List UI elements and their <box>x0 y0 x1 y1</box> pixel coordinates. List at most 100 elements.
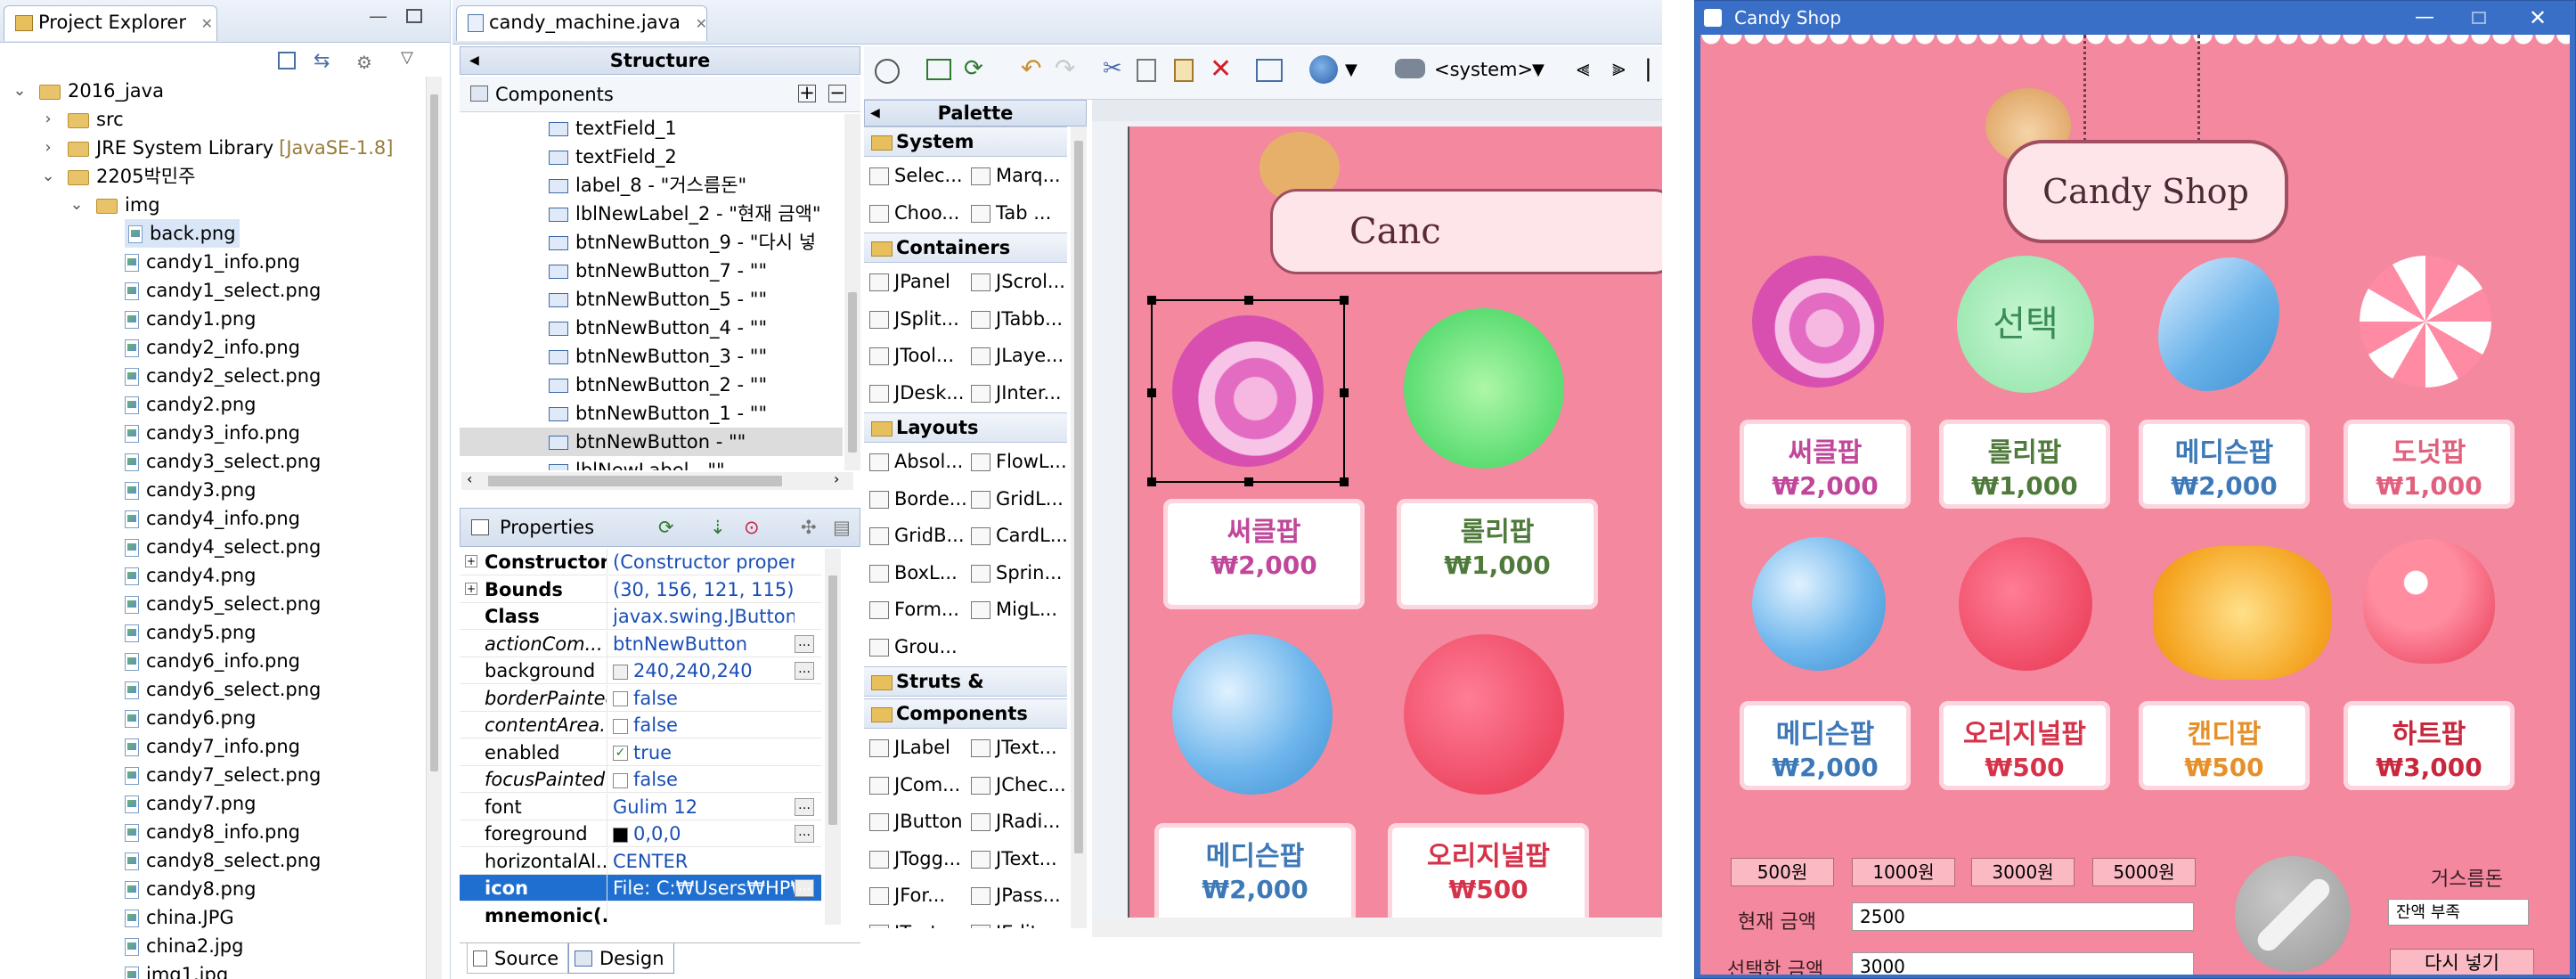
components-vscroll-thumb[interactable] <box>848 292 857 453</box>
component-item[interactable]: lblNewLabel - "" <box>460 456 843 470</box>
tree-item[interactable]: candy3.png <box>0 476 428 504</box>
palette-item[interactable]: BoxL... <box>864 556 966 590</box>
tree-item[interactable]: candy4_info.png <box>0 504 428 533</box>
tree-item[interactable]: candy2.png <box>0 390 428 419</box>
collapse-left-icon[interactable]: ◀ <box>870 101 880 126</box>
palette-category[interactable]: Containers <box>864 233 1067 263</box>
look-and-feel-icon[interactable] <box>1395 59 1425 78</box>
filter-icon[interactable]: ⚙ <box>356 52 372 73</box>
palette-item[interactable]: MigL... <box>966 592 1067 626</box>
delete-icon[interactable]: ✕ <box>1210 53 1232 85</box>
property-row[interactable]: mnemonic(... <box>460 901 821 925</box>
palette-item[interactable]: JPass... <box>966 878 1067 912</box>
palette-category[interactable]: System <box>864 126 1067 157</box>
candy-lolli-pop[interactable] <box>1404 308 1564 469</box>
tree-item[interactable]: ⌄ img <box>0 191 428 219</box>
candy-button-6[interactable] <box>1959 537 2092 671</box>
chevron-down-icon[interactable]: ⌄ <box>41 162 55 191</box>
property-value[interactable]: 240,240,240 <box>613 657 795 684</box>
change-field[interactable]: 잔액 부족 <box>2388 899 2529 926</box>
tree-item[interactable]: candy6_select.png <box>0 675 428 704</box>
palette-item[interactable]: JText... <box>864 916 966 928</box>
tab-source[interactable]: Source <box>467 943 569 974</box>
chevron-down-icon[interactable]: ⌄ <box>69 191 84 219</box>
tree-item[interactable]: candy3_select.png <box>0 447 428 476</box>
coin-1000-button[interactable]: 1000원 <box>1852 858 1955 886</box>
tree-item[interactable]: candy8_select.png <box>0 846 428 875</box>
ellipsis-button[interactable]: … <box>795 825 814 843</box>
palette-item[interactable]: Grou... <box>864 630 966 664</box>
locale-icon[interactable] <box>1309 55 1338 84</box>
ellipsis-button[interactable]: … <box>795 797 814 816</box>
palette-item[interactable]: JCom... <box>864 768 966 802</box>
selection-handle[interactable] <box>1340 388 1349 397</box>
system-dropdown[interactable]: <system> <box>1434 59 1533 80</box>
selection-handle[interactable] <box>1244 477 1253 486</box>
tree-item[interactable]: ⌄ 2016_java <box>0 77 428 105</box>
property-value[interactable]: Gulim 12 <box>613 794 795 820</box>
tree-item[interactable]: candy6.png <box>0 704 428 732</box>
palette-item[interactable]: Sprin... <box>966 556 1067 590</box>
palette-vscroll-thumb[interactable] <box>1074 141 1083 853</box>
palette-item[interactable]: GridB... <box>864 518 966 552</box>
explorer-scroll-thumb[interactable] <box>430 94 438 771</box>
palette-item[interactable]: JText... <box>966 730 1067 764</box>
canvas-hscroll[interactable] <box>1092 918 1662 937</box>
selection-handle[interactable] <box>1147 296 1156 305</box>
candy-medicine-pop[interactable] <box>1172 634 1333 795</box>
palette-item[interactable]: Borde... <box>864 482 966 516</box>
selection-handle[interactable] <box>1147 388 1156 397</box>
close-icon[interactable]: ✕ <box>201 15 213 32</box>
cut-icon[interactable]: ✂ <box>1103 55 1122 82</box>
palette-item[interactable]: CardL... <box>966 518 1067 552</box>
selection-handle[interactable] <box>1147 477 1156 486</box>
palette-item[interactable]: JChec... <box>966 768 1067 802</box>
property-value[interactable]: btnNewButton <box>613 631 795 657</box>
copy-icon[interactable] <box>1137 59 1156 82</box>
tree-item[interactable]: candy4_select.png <box>0 533 428 561</box>
property-row[interactable]: background 240,240,240… <box>460 657 821 684</box>
tree-item[interactable]: candy7.png <box>0 789 428 818</box>
tree-item[interactable]: candy1_select.png <box>0 276 428 305</box>
close-button[interactable]: ✕ <box>2529 1 2547 35</box>
palette-item[interactable]: JFor... <box>864 878 966 912</box>
restore-default-icon[interactable]: ▤ <box>833 509 851 546</box>
redo-icon[interactable]: ↷ <box>1055 53 1075 83</box>
property-row[interactable]: font Gulim 12… <box>460 793 821 820</box>
component-item[interactable]: textField_2 <box>460 143 843 171</box>
chevron-right-icon[interactable]: › <box>41 105 55 134</box>
properties-vscroll[interactable] <box>825 549 841 925</box>
tree-item[interactable]: china2.jpg <box>0 932 428 960</box>
tree-item[interactable]: candy8.png <box>0 875 428 903</box>
tree-item[interactable]: ⌄ 2205박민주 <box>0 162 428 191</box>
tree-item[interactable]: candy2_select.png <box>0 362 428 390</box>
palette-item[interactable]: GridL... <box>966 482 1067 516</box>
components-hscroll[interactable]: ‹ › <box>461 470 853 490</box>
palette-item[interactable]: JLabel <box>864 730 966 764</box>
expand-all-icon[interactable]: + <box>798 84 816 102</box>
tree-item[interactable]: candy1_info.png <box>0 248 428 276</box>
component-item[interactable]: btnNewButton_4 - "" <box>460 314 843 342</box>
palette-item[interactable]: JTool... <box>864 339 966 372</box>
tree-item[interactable]: candy5.png <box>0 618 428 647</box>
property-value[interactable]: false <box>613 766 795 793</box>
property-value[interactable]: false <box>613 685 795 712</box>
show-advanced-icon[interactable]: ⊙ <box>744 509 760 546</box>
selection-handle[interactable] <box>1244 296 1253 305</box>
palette-item[interactable]: Form... <box>864 592 966 626</box>
coin-500-button[interactable]: 500원 <box>1731 858 1834 886</box>
scroll-left-icon[interactable]: ‹ <box>467 470 472 487</box>
palette-item[interactable]: JTogg... <box>864 842 966 876</box>
checkbox[interactable] <box>613 772 628 788</box>
collapse-left-icon[interactable]: ◀ <box>469 47 479 74</box>
tab-project-explorer[interactable]: Project Explorer ✕ <box>4 5 217 41</box>
tree-item[interactable]: candy4.png <box>0 561 428 590</box>
property-value[interactable]: (Constructor properties) <box>613 549 795 575</box>
component-item[interactable]: btnNewButton_2 - "" <box>460 371 843 399</box>
tree-item[interactable]: img1.jpg <box>0 960 428 979</box>
property-row[interactable]: +Constructor(Constructor properties) <box>460 549 821 575</box>
property-row[interactable]: foreground 0,0,0… <box>460 820 821 847</box>
tree-item[interactable]: candy7_select.png <box>0 761 428 789</box>
component-item[interactable]: btnNewButton_5 - "" <box>460 285 843 314</box>
property-value[interactable]: File: C:₩Users₩HP₩... <box>613 875 795 901</box>
